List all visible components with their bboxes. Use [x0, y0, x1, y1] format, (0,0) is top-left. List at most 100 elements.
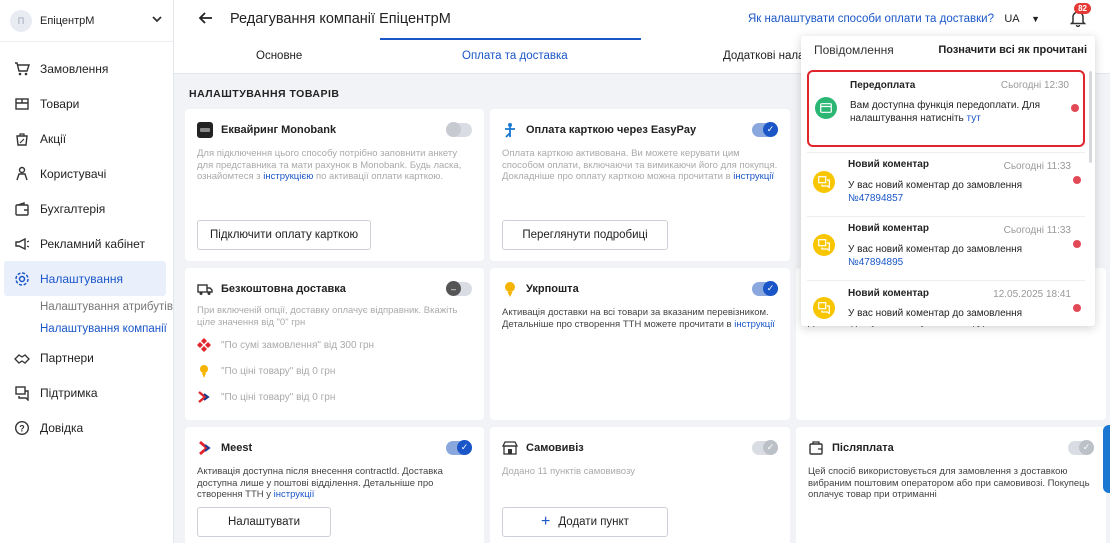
card-title: Післяплата — [832, 442, 894, 454]
plus-icon: + — [541, 513, 551, 530]
notification-title: Новий коментар — [848, 288, 929, 299]
instruction-link[interactable]: інструкцією — [263, 171, 313, 182]
meest-icon — [197, 440, 213, 456]
notification-text: Вам доступна функція передоплати. Для на… — [850, 100, 1041, 124]
pickup-toggle[interactable]: ✓ — [752, 440, 778, 455]
svg-text:?: ? — [19, 423, 25, 433]
card-monobank: Еквайринг Monobank Для підключення цього… — [185, 109, 484, 261]
card-free-delivery: Безкоштовна доставка – При включеній опц… — [185, 268, 484, 420]
cart-icon — [14, 61, 30, 77]
company-switcher[interactable]: П ЕпіцентрМ — [0, 0, 173, 42]
card-ukrposhta: Укрпошта ✓ Активація доставки на всі тов… — [490, 268, 790, 420]
card-description: Активація доступна після внесення contra… — [197, 466, 443, 500]
notifications-scrollbar[interactable] — [1089, 71, 1092, 163]
card-description: Додано 11 пунктів самовивозу — [502, 466, 635, 477]
sidebar-item-help[interactable]: ? Довідка — [0, 410, 173, 445]
instruction-link[interactable]: інструкції — [733, 171, 774, 182]
sidebar-item-label: Партнери — [40, 350, 94, 365]
notification-text: У вас новий коментар до замовлення — [848, 308, 1023, 319]
notification-item[interactable]: Новий коментар 12.05.2025 18:41 У вас но… — [807, 280, 1085, 326]
card-title: Meest — [221, 442, 253, 454]
tab-payment-delivery[interactable]: Оплата та доставка — [462, 50, 568, 62]
order-link[interactable]: №47894895 — [848, 257, 903, 268]
sidebar-item-label: Замовлення — [40, 61, 109, 76]
notification-item[interactable]: Новий коментар Сьогодні 11:33 У вас нови… — [807, 216, 1085, 280]
sidebar-item-label: Акції — [40, 131, 67, 146]
sidebar-item-label: Товари — [40, 96, 80, 111]
free-delivery-option: "По ціні товару" від 0 грн — [197, 384, 472, 410]
sidebar-item-label: Користувачі — [40, 166, 107, 181]
instruction-link[interactable]: інструкції — [274, 489, 315, 500]
card-description: Цей спосіб використовується для замовлен… — [808, 466, 1090, 500]
order-link[interactable]: №47894857 — [848, 193, 903, 204]
easypay-toggle[interactable]: ✓ — [752, 122, 778, 137]
sidebar-item-ads[interactable]: Рекламний кабінет — [0, 226, 173, 261]
side-widget-tab[interactable] — [1103, 425, 1110, 493]
meest-icon — [197, 390, 211, 404]
sidebar-item-settings[interactable]: Налаштування — [4, 261, 166, 296]
chat-icon — [14, 385, 30, 401]
notification-count-badge: 82 — [1074, 3, 1091, 14]
sidebar-subitem-company[interactable]: Налаштування компанії — [0, 318, 173, 340]
help-link[interactable]: Як налаштувати способи оплати та доставк… — [748, 13, 994, 25]
card-easypay: Оплата карткою через EasyPay ✓ Оплата ка… — [490, 109, 790, 261]
card-description: Для підключення цього способу потрібно з… — [197, 148, 462, 182]
company-avatar: П — [10, 9, 32, 32]
sidebar-item-orders[interactable]: Замовлення — [0, 51, 173, 86]
meest-toggle[interactable]: ✓ — [446, 440, 472, 455]
tab-general[interactable]: Основне — [256, 50, 302, 62]
view-details-button[interactable]: Переглянути подробиці — [502, 220, 668, 250]
monobank-toggle[interactable] — [446, 122, 472, 137]
comment-icon — [813, 171, 835, 193]
card-pickup: Самовивіз ✓ Додано 11 пунктів самовивозу… — [490, 427, 790, 543]
question-icon: ? — [14, 420, 30, 436]
sidebar-item-users[interactable]: Користувачі — [0, 156, 173, 191]
notification-text: У вас новий коментар до замовлення №4789… — [848, 180, 1023, 204]
back-arrow-icon[interactable] — [198, 10, 214, 31]
comment-icon — [813, 297, 835, 319]
ukrposhta-toggle[interactable]: ✓ — [752, 281, 778, 296]
comment-icon — [813, 234, 835, 256]
card-postpay: Післяплата ✓ Цей спосіб використовується… — [796, 427, 1106, 543]
card-title: Оплата карткою через EasyPay — [526, 124, 697, 136]
add-pickup-point-button[interactable]: + Додати пункт — [502, 507, 668, 537]
caret-down-icon: ▼ — [1031, 14, 1040, 24]
easypay-icon — [502, 122, 518, 138]
configure-button[interactable]: Налаштувати — [197, 507, 331, 537]
handshake-icon — [14, 350, 30, 366]
card-description: Активація доставки на всі товари за вказ… — [502, 307, 775, 330]
sidebar-item-accounting[interactable]: Бухгалтерія — [0, 191, 173, 226]
postpay-toggle[interactable]: ✓ — [1068, 440, 1094, 455]
unread-dot — [1073, 176, 1081, 184]
card-description: При включеній опції, доставку оплачує ві… — [197, 305, 458, 328]
wallet-icon — [14, 201, 30, 217]
notification-item[interactable]: Новий коментар Сьогодні 11:33 У вас нови… — [807, 152, 1085, 216]
card-title: Самовивіз — [526, 442, 584, 454]
sidebar-item-label: Рекламний кабінет — [40, 236, 145, 251]
language-select[interactable]: UA ▼ — [1004, 13, 1040, 25]
connect-card-payment-button[interactable]: Підключити оплату карткою — [197, 220, 372, 250]
unread-dot — [1071, 104, 1079, 112]
notification-time: Сьогодні 11:33 — [1003, 225, 1071, 236]
sidebar-item-label: Довідка — [40, 420, 84, 435]
notification-title: Новий коментар — [848, 159, 929, 170]
free-delivery-toggle[interactable]: – — [446, 281, 472, 296]
add-pickup-point-label: Додати пункт — [558, 516, 629, 528]
sidebar-subitem-attributes[interactable]: Налаштування атрибутів — [0, 296, 173, 318]
card-title: Еквайринг Monobank — [221, 124, 337, 136]
sidebar-item-promotions[interactable]: Акції — [0, 121, 173, 156]
monobank-icon — [197, 122, 213, 138]
notifications-panel: Повідомлення Позначити всі як прочитані … — [801, 36, 1095, 326]
notification-title: Передоплата — [850, 80, 916, 91]
sidebar-item-support[interactable]: Підтримка — [0, 375, 173, 410]
instruction-link[interactable]: інструкції — [734, 319, 775, 330]
notification-link[interactable]: тут — [967, 113, 981, 124]
sidebar-item-products[interactable]: Товари — [0, 86, 173, 121]
box-icon — [14, 96, 30, 112]
sidebar-item-partners[interactable]: Партнери — [0, 340, 173, 375]
notification-text: У вас новий коментар до замовлення №4789… — [848, 244, 1023, 268]
mark-all-read-button[interactable]: Позначити всі як прочитані — [938, 44, 1087, 56]
section-title: НАЛАШТУВАННЯ ТОВАРІВ — [189, 88, 340, 100]
notification-item[interactable]: Передоплата Сьогодні 12:30 Вам доступна … — [807, 70, 1085, 147]
ukrposhta-icon — [502, 281, 518, 297]
